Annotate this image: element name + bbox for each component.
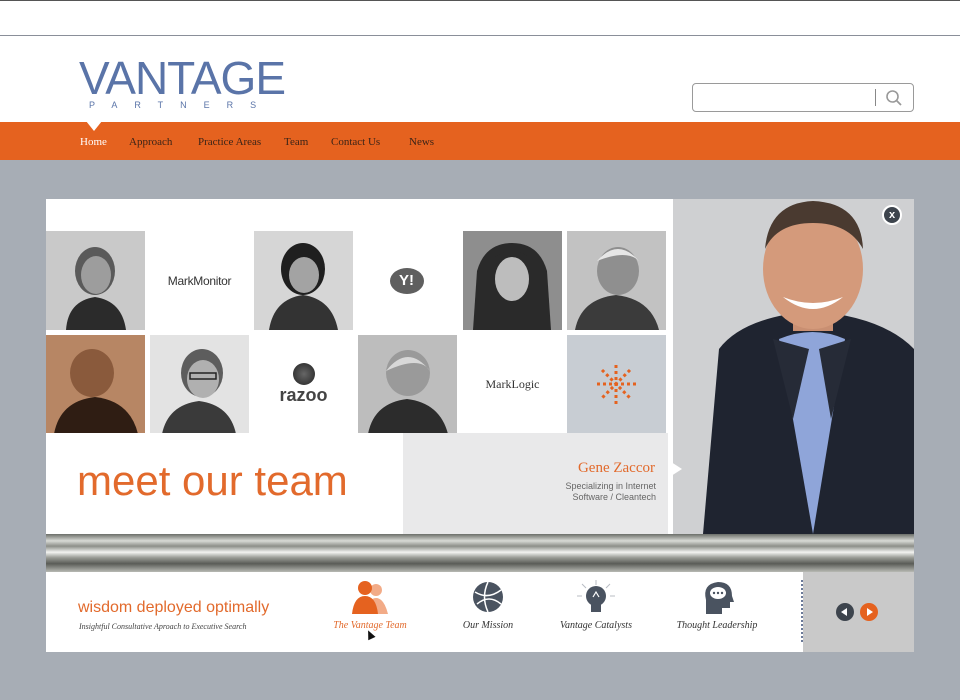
team-photo-tile[interactable] (358, 335, 457, 434)
decorative-metal-bar (46, 534, 914, 572)
footer-nav-label: Vantage Catalysts (560, 620, 632, 631)
nav-item-practice-areas[interactable]: Practice Areas (198, 136, 261, 148)
team-photo-tile[interactable] (254, 231, 353, 330)
footer-nav-thought-leadership[interactable]: Thought Leadership (657, 580, 777, 631)
team-lightbox: MarkMonitor Y! razoo MarkLogic meet our … (46, 199, 914, 652)
portrait-image (567, 231, 666, 330)
razoo-logo: razoo (279, 385, 328, 405)
nav-item-contact-us[interactable]: Contact Us (331, 136, 380, 148)
meet-our-team-heading: meet our team (77, 457, 348, 504)
team-photo-tile[interactable] (150, 335, 249, 434)
footer-nav-the-vantage-team[interactable]: The Vantage Team (310, 580, 430, 631)
client-logo-tile[interactable]: MarkLogic (463, 335, 562, 434)
globe-icon (473, 581, 503, 613)
previous-arrow-icon[interactable] (836, 603, 854, 621)
portrait-image (150, 335, 249, 434)
browser-top-strip (0, 0, 960, 36)
active-nav-pointer (86, 121, 102, 131)
logo-wordmark: VANTAGE (79, 52, 286, 104)
marklogic-logo: MarkLogic (485, 377, 540, 391)
footer-nav-our-mission[interactable]: Our Mission (428, 580, 548, 631)
lightbox-footer: wisdom deployed optimally Insightful Con… (46, 572, 914, 652)
specialty-line-2: Software / Cleantech (572, 492, 656, 502)
featured-member-specialty: Specializing in Internet Software / Clea… (476, 481, 656, 503)
main-navigation: Home Approach Practice Areas Team Contac… (0, 121, 960, 160)
team-icon (352, 581, 388, 614)
vantage-logo[interactable]: VANTAGE PARTNERS (79, 52, 286, 110)
client-logo-tile[interactable]: razoo (254, 335, 353, 434)
featured-member-photo (673, 199, 914, 534)
nav-item-approach[interactable]: Approach (129, 136, 172, 148)
globe-mark-icon (292, 363, 315, 385)
search-icon[interactable] (885, 89, 903, 107)
search-divider (875, 89, 876, 106)
featured-member-name[interactable]: Gene Zaccor (578, 460, 655, 477)
portrait-image (46, 335, 145, 434)
team-photo-tile[interactable] (463, 231, 562, 330)
nav-item-news[interactable]: News (409, 136, 434, 148)
footer-nav-label: Our Mission (462, 620, 514, 631)
close-icon[interactable]: x (882, 205, 902, 225)
portrait-image (463, 231, 562, 330)
caption-pointer (668, 460, 682, 478)
footer-nav-label: Thought Leadership (676, 620, 758, 631)
carousel-pager (803, 572, 914, 652)
asterisk-pattern-icon (597, 365, 636, 404)
meet-our-team-banner: meet our team (46, 433, 403, 534)
pattern-tile[interactable] (567, 335, 666, 434)
markmonitor-logo: MarkMonitor (167, 273, 232, 288)
site-header: VANTAGE PARTNERS (0, 36, 960, 123)
footer-nav-vantage-catalysts[interactable]: Vantage Catalysts (536, 580, 656, 631)
tagline-subtitle: Insightful Consultative Aproach to Execu… (79, 622, 247, 631)
logo-subtitle: PARTNERS (89, 100, 274, 110)
portrait-image (46, 231, 145, 330)
next-arrow-icon[interactable] (860, 603, 878, 621)
search-input[interactable] (692, 83, 914, 112)
team-photo-tile[interactable] (567, 231, 666, 330)
lightbulb-icon (577, 580, 615, 612)
tagline: wisdom deployed optimally (78, 599, 270, 616)
nav-item-team[interactable]: Team (284, 136, 308, 148)
yahoo-logo: Y! (389, 267, 424, 294)
hero-portrait-image (673, 199, 914, 534)
client-logo-tile[interactable]: Y! (358, 231, 457, 330)
client-logo-tile[interactable]: MarkMonitor (150, 231, 249, 330)
nav-item-home[interactable]: Home (80, 136, 107, 148)
featured-member-caption: Gene Zaccor Specializing in Internet Sof… (403, 433, 668, 534)
portrait-image (358, 335, 457, 434)
team-photo-tile[interactable] (46, 231, 145, 330)
specialty-line-1: Specializing in Internet (565, 481, 656, 491)
portrait-image (254, 231, 353, 330)
team-photo-tile[interactable] (46, 335, 145, 434)
head-speech-icon (705, 582, 734, 614)
